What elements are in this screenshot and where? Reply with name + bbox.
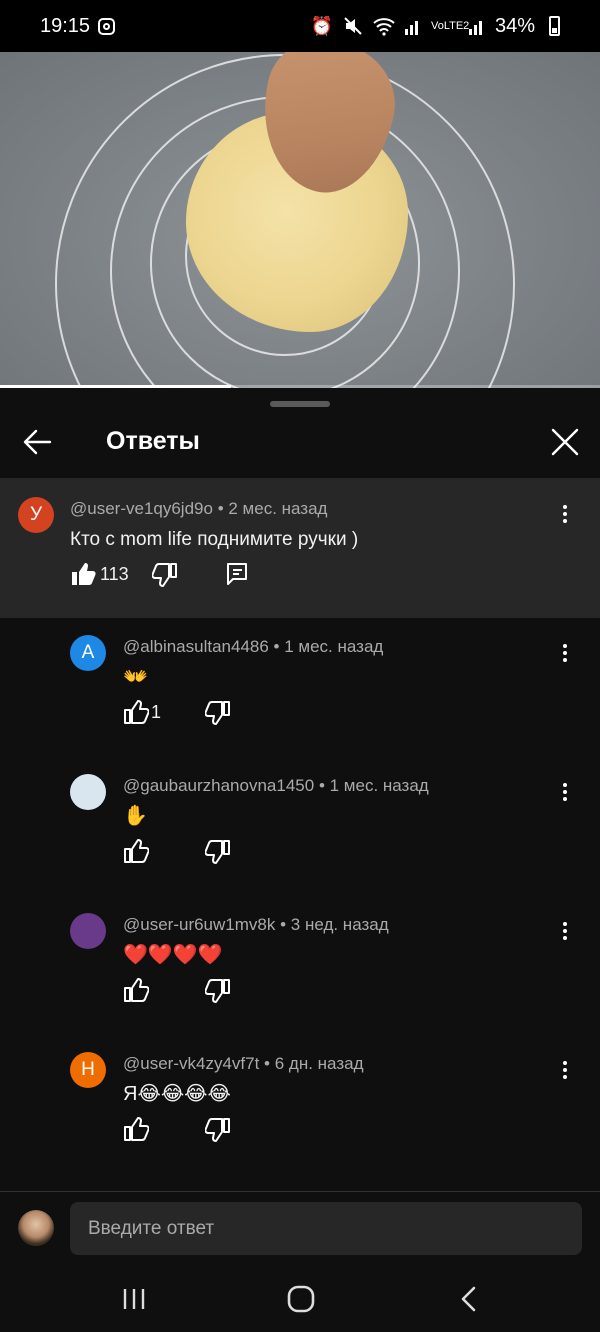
- comment-text: Я😂😂😂😂: [123, 1083, 231, 1105]
- comment-time: 2 мес. назад: [228, 499, 328, 518]
- reply-input[interactable]: [70, 1202, 582, 1255]
- system-nav-bar: [0, 1266, 600, 1332]
- reply-icon[interactable]: [224, 561, 250, 587]
- status-icons: ⏰ VoLTE2 34%: [311, 15, 560, 38]
- comment-time: 1 мес. назад: [284, 637, 384, 656]
- battery-percent: 34%: [494, 14, 535, 37]
- home-icon[interactable]: [286, 1284, 316, 1314]
- avatar[interactable]: У: [18, 497, 54, 533]
- video-progress-bar[interactable]: [0, 385, 600, 388]
- signal-icon: [404, 21, 418, 35]
- back-arrow-icon[interactable]: [20, 425, 54, 459]
- more-options-icon[interactable]: [555, 641, 575, 665]
- comment-author[interactable]: @gaubaurzhanovna1450: [123, 776, 314, 795]
- meta-separator: •: [318, 776, 325, 795]
- dislike-icon[interactable]: [152, 562, 178, 588]
- reply-comment: @user-ur6uw1mv8k • 3 нед. назад ❤️❤️❤️❤️: [0, 896, 600, 1035]
- like-icon[interactable]: [123, 977, 150, 1003]
- avatar-letter: У: [29, 504, 43, 525]
- signal-icon-2: [468, 21, 482, 35]
- dislike-icon[interactable]: [204, 1117, 231, 1143]
- comment-author[interactable]: @albinasultan4486: [123, 637, 269, 656]
- comment-meta: @user-ve1qy6jd9o • 2 мес. назад: [70, 499, 327, 519]
- avatar[interactable]: Н: [70, 1052, 106, 1088]
- like-count: 113: [100, 564, 129, 584]
- more-options-icon[interactable]: [555, 1058, 575, 1082]
- status-bar: 19:15 ⏰ VoLTE2 34%: [0, 0, 600, 52]
- my-avatar: [18, 1210, 54, 1246]
- sheet-header: Ответы: [0, 409, 600, 477]
- comment-meta: @user-vk4zy4vf7t • 6 дн. назад: [123, 1054, 364, 1074]
- network-label: VoLTE2: [430, 19, 470, 32]
- comment-meta: @albinasultan4486 • 1 мес. назад: [123, 637, 383, 657]
- comment-time: 3 нед. назад: [290, 915, 389, 934]
- sheet-title: Ответы: [106, 427, 200, 455]
- more-options-icon[interactable]: [555, 919, 575, 943]
- like-icon[interactable]: [123, 699, 150, 725]
- comment-author[interactable]: @user-vk4zy4vf7t: [123, 1054, 259, 1073]
- comment-text: 👐: [123, 666, 148, 688]
- more-options-icon[interactable]: [555, 502, 575, 526]
- meta-separator: •: [280, 915, 287, 934]
- comment-time: 6 дн. назад: [274, 1054, 364, 1073]
- avatar-letter: А: [81, 642, 95, 663]
- back-icon[interactable]: [455, 1284, 485, 1314]
- dislike-icon[interactable]: [204, 839, 231, 865]
- comment-meta: @user-ur6uw1mv8k • 3 нед. назад: [123, 915, 389, 935]
- comment-meta: @gaubaurzhanovna1450 • 1 мес. назад: [123, 776, 429, 796]
- avatar[interactable]: А: [70, 635, 106, 671]
- meta-separator: •: [264, 1054, 270, 1073]
- dislike-icon[interactable]: [204, 700, 231, 726]
- wifi-icon: [373, 18, 395, 36]
- comment-author[interactable]: @user-ve1qy6jd9o: [70, 499, 213, 518]
- avatar[interactable]: [70, 913, 106, 949]
- replies-sheet: Ответы У @user-ve1qy6jd9o • 2 мес. назад…: [0, 389, 600, 1332]
- meta-separator: •: [217, 499, 224, 518]
- drag-handle[interactable]: [270, 401, 330, 407]
- reply-comment: @gaubaurzhanovna1450 • 1 мес. назад ✋: [0, 757, 600, 896]
- instagram-icon: [98, 17, 116, 35]
- like-count: 1: [151, 702, 162, 722]
- mute-icon: [344, 17, 362, 35]
- comment-time: 1 мес. назад: [329, 776, 429, 795]
- close-icon[interactable]: [548, 425, 582, 459]
- status-time: 19:15: [40, 14, 91, 37]
- avatar-letter: Н: [81, 1059, 95, 1080]
- like-icon[interactable]: [123, 1116, 150, 1142]
- battery-icon: [549, 16, 560, 36]
- more-options-icon[interactable]: [555, 780, 575, 804]
- alarm-icon: ⏰: [310, 16, 333, 36]
- dislike-icon[interactable]: [204, 978, 231, 1004]
- like-icon[interactable]: [123, 838, 150, 864]
- video-progress-fill: [0, 385, 231, 388]
- parent-comment: У @user-ve1qy6jd9o • 2 мес. назад Кто с …: [0, 478, 600, 618]
- comment-author[interactable]: @user-ur6uw1mv8k: [123, 915, 275, 934]
- like-filled-icon[interactable]: [70, 561, 96, 587]
- reply-comment: Н @user-vk4zy4vf7t • 6 дн. назад Я😂😂😂😂: [0, 1035, 600, 1174]
- meta-separator: •: [273, 637, 280, 656]
- input-divider: [0, 1191, 600, 1192]
- comment-text: ❤️❤️❤️❤️: [123, 944, 223, 966]
- reply-comment: А @albinasultan4486 • 1 мес. назад 👐 1: [0, 618, 600, 757]
- comment-text: ✋: [123, 805, 148, 827]
- avatar[interactable]: [70, 774, 106, 810]
- recent-apps-icon[interactable]: [119, 1284, 149, 1314]
- video-player[interactable]: [0, 52, 600, 388]
- comment-text: Кто с mom life поднимите ручки ): [70, 529, 359, 550]
